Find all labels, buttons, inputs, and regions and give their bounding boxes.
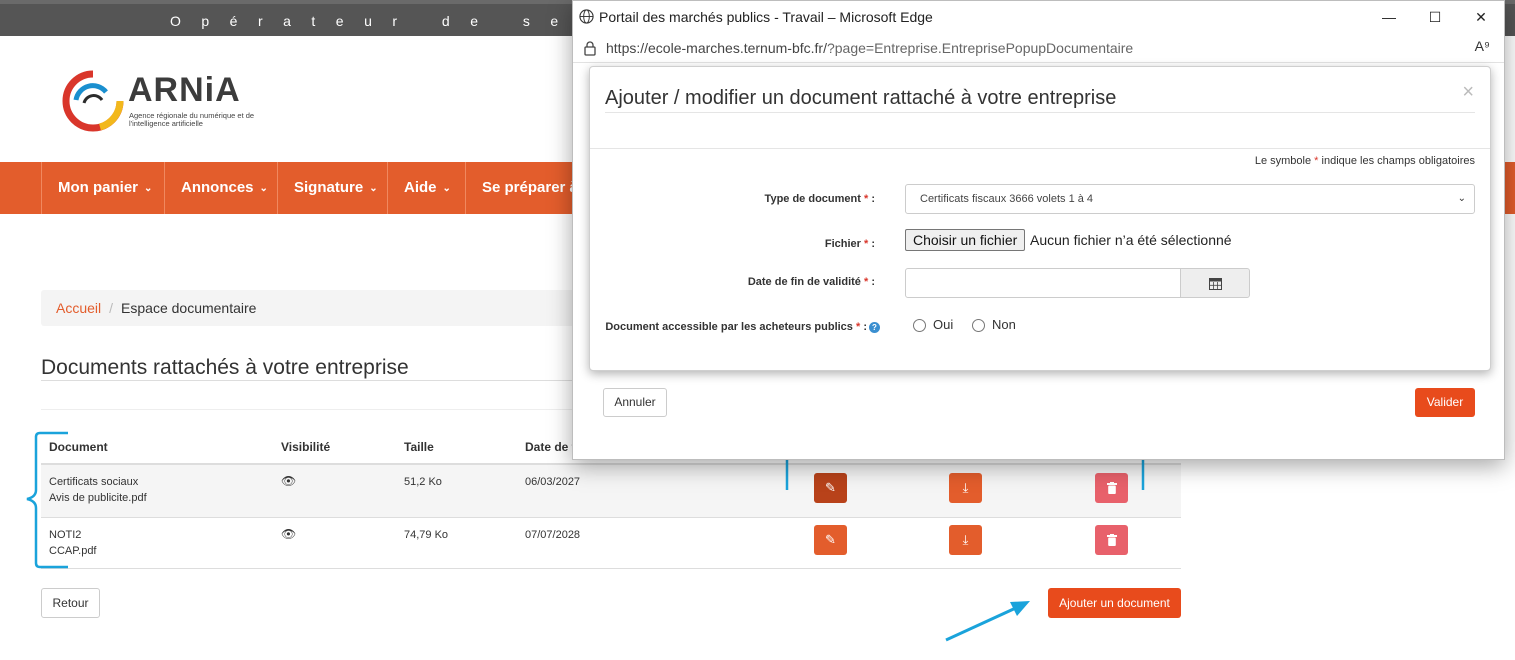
chevron-down-icon: ⌄ (259, 183, 268, 194)
top-banner-text: Opérateur de se (170, 13, 579, 29)
table-row: Certificats sociaux Avis de publicite.pd… (41, 465, 1181, 517)
logo-tagline: Agence régionale du numérique et de l'in… (129, 111, 255, 128)
document-end-date: 06/03/2027 (525, 476, 581, 488)
logo-name: ARNiA (128, 71, 241, 109)
site-logo[interactable]: ARNiA Agence régionale du numérique et d… (60, 70, 260, 132)
accessible-label: Document accessible par les acheteurs pu… (605, 321, 880, 333)
download-button[interactable]: ⤓ (949, 473, 982, 503)
pencil-icon: ✎ (825, 532, 836, 547)
validate-button[interactable]: Valider (1415, 388, 1475, 417)
calendar-button[interactable] (1180, 268, 1250, 298)
minimize-icon[interactable]: — (1369, 5, 1409, 29)
radio-oui-label: Oui (933, 317, 954, 332)
help-icon[interactable]: ? (869, 322, 880, 333)
required-fields-note: Le symbole * indique les champs obligato… (1254, 155, 1475, 167)
radio-non[interactable] (972, 319, 985, 332)
doc-type-selected-value: Certificats fiscaux 3666 volets 1 à 4 (920, 193, 1094, 205)
eye-icon: 👁 (281, 474, 297, 488)
download-button[interactable]: ⤓ (949, 525, 982, 555)
window-titlebar: Portail des marchés publics - Travail – … (573, 1, 1504, 33)
annotation-arrow (945, 605, 1019, 642)
nav-item-mon-panier[interactable]: Mon panier ⌄ (41, 162, 168, 214)
column-header-date: Date de f (525, 440, 576, 454)
delete-button[interactable] (1095, 525, 1128, 555)
document-cell: NOTI2 CCAP.pdf (49, 527, 97, 559)
breadcrumb-separator: / (109, 300, 114, 316)
document-type: Certificats sociaux (49, 476, 139, 488)
lock-icon (584, 41, 596, 56)
add-document-button[interactable]: Ajouter un document (1048, 588, 1181, 618)
trash-icon (1106, 534, 1117, 546)
delete-button[interactable] (1095, 473, 1128, 503)
popup-window: Portail des marchés publics - Travail – … (572, 0, 1505, 460)
radio-non-label: Non (992, 317, 1016, 332)
nav-item-aide[interactable]: Aide ⌄ (387, 162, 467, 214)
end-date-label: Date de fin de validité * : (747, 276, 875, 288)
end-date-input[interactable] (905, 268, 1181, 298)
breadcrumb-home-link[interactable]: Accueil (56, 300, 101, 316)
window-title: Portail des marchés publics - Travail – … (599, 9, 933, 25)
edit-button[interactable]: ✎ (814, 525, 847, 555)
pencil-icon: ✎ (825, 480, 836, 495)
edit-button[interactable]: ✎ (814, 473, 847, 503)
document-type: NOTI2 (49, 529, 82, 541)
document-modal: Ajouter / modifier un document rattaché … (589, 66, 1491, 371)
choose-file-button[interactable]: Choisir un fichier (905, 229, 1026, 251)
chevron-down-icon: ⌄ (442, 183, 451, 194)
modal-title-divider (605, 112, 1475, 113)
address-url: https://ecole-marches.ternum-bfc.fr/?pag… (606, 40, 1134, 56)
file-status: Aucun fichier n’a été sélectionné (1030, 232, 1232, 248)
document-end-date: 07/07/2028 (525, 529, 581, 541)
nav-item-signature[interactable]: Signature ⌄ (277, 162, 394, 214)
breadcrumb-current: Espace documentaire (121, 300, 257, 316)
column-header-size: Taille (404, 440, 434, 454)
page-title: Documents rattachés à votre entreprise (41, 356, 409, 379)
file-label: Fichier * : (824, 238, 875, 250)
document-cell: Certificats sociaux Avis de publicite.pd… (49, 474, 147, 506)
address-bar[interactable]: https://ecole-marches.ternum-bfc.fr/?pag… (573, 33, 1504, 63)
eye-icon: 👁 (281, 527, 297, 541)
doc-type-select[interactable]: Certificats fiscaux 3666 volets 1 à 4 ⌄ (905, 184, 1475, 214)
close-icon[interactable]: × (1462, 81, 1474, 104)
download-icon: ⤓ (962, 480, 969, 495)
chevron-down-icon: ⌄ (1457, 193, 1466, 204)
breadcrumb: Accueil / Espace documentaire (41, 290, 601, 326)
title-divider (41, 380, 581, 381)
maximize-icon[interactable]: ☐ (1415, 5, 1455, 29)
document-size: 51,2 Ko (404, 476, 442, 488)
chevron-down-icon: ⌄ (369, 183, 378, 194)
trash-icon (1106, 482, 1117, 494)
table-row: NOTI2 CCAP.pdf 👁 74,79 Ko 07/07/2028 ✎ ⤓ (41, 517, 1181, 569)
chevron-down-icon: ⌄ (144, 183, 153, 194)
download-icon: ⤓ (962, 532, 969, 547)
modal-title: Ajouter / modifier un document rattaché … (605, 87, 1117, 109)
read-aloud-icon[interactable]: A⁹ (1475, 38, 1490, 54)
document-size: 74,79 Ko (404, 529, 449, 541)
annotation-arrow-head (1010, 601, 1030, 616)
calendar-icon (1208, 277, 1222, 290)
column-header-visibility: Visibilité (281, 440, 331, 454)
doc-type-label: Type de document * : (764, 193, 875, 205)
radio-oui[interactable] (913, 319, 926, 332)
column-header-document: Document (49, 440, 108, 454)
document-filename: CCAP.pdf (49, 545, 97, 557)
modal-header-divider (590, 148, 1490, 149)
document-filename: Avis de publicite.pdf (49, 492, 147, 504)
popup-content: Ajouter / modifier un document rattaché … (573, 63, 1504, 459)
cancel-button[interactable]: Annuler (603, 388, 667, 417)
close-window-icon[interactable]: ✕ (1461, 5, 1501, 29)
globe-icon (579, 9, 594, 24)
back-button[interactable]: Retour (41, 588, 100, 618)
logo-mark-icon (62, 70, 124, 132)
nav-item-annonces[interactable]: Annonces ⌄ (164, 162, 284, 214)
section-divider (41, 409, 581, 410)
